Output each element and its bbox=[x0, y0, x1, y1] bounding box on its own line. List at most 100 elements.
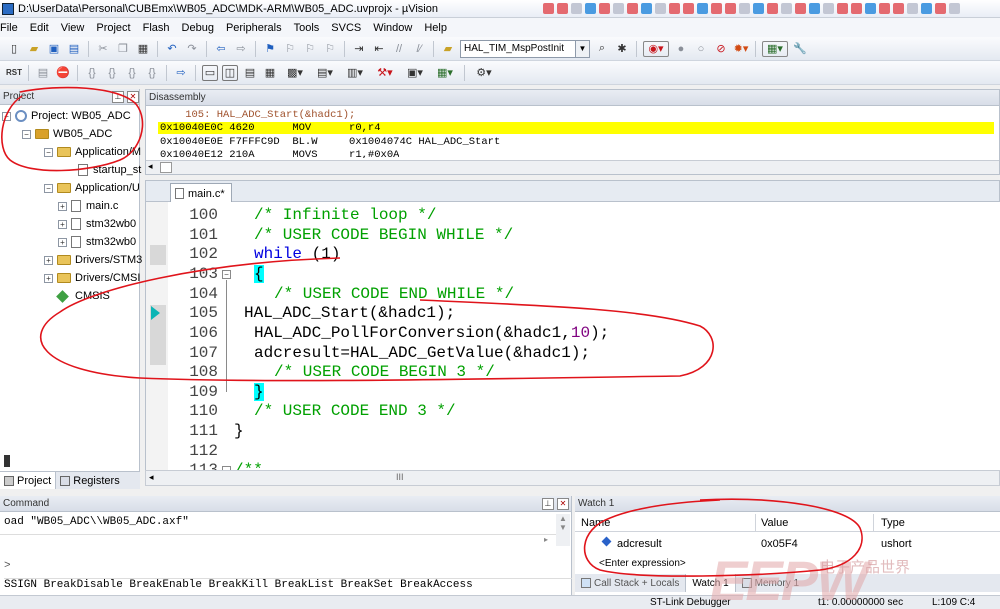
tree-item-group-application-user[interactable]: − Application/U bbox=[44, 179, 140, 197]
collapse-icon[interactable]: − bbox=[44, 147, 53, 157]
expand-icon[interactable]: + bbox=[58, 237, 67, 247]
bookmark-next-icon[interactable]: ⚐ bbox=[302, 41, 318, 57]
incremental-find-icon[interactable]: ✱ bbox=[614, 41, 630, 57]
open-folder-icon[interactable]: ▰ bbox=[26, 41, 42, 57]
disasm-current-line[interactable]: 0x10040E0C 4620 MOV r0,r4 bbox=[158, 122, 994, 134]
tab-main-c[interactable]: main.c* bbox=[170, 183, 232, 203]
call-stack-window-icon[interactable]: ▩▾ bbox=[282, 65, 308, 81]
window-layout-icon[interactable]: ▦▾ bbox=[762, 40, 788, 57]
collapse-icon[interactable]: − bbox=[22, 129, 31, 139]
paste-icon[interactable]: ▦ bbox=[135, 41, 151, 57]
editor-hscroll[interactable]: ◂ III bbox=[145, 470, 1000, 486]
enter-expression-row[interactable]: <Enter expression> bbox=[599, 554, 686, 572]
configure-icon[interactable]: 🔧 bbox=[792, 41, 808, 57]
code-editor[interactable]: 100 101 102 103 104 105 106 107 108 109 … bbox=[145, 202, 1000, 470]
disasm-hscroll[interactable]: ◂ bbox=[146, 160, 999, 174]
find-icon[interactable]: ⌕ bbox=[594, 41, 610, 57]
command-window-icon[interactable]: ▭ bbox=[202, 64, 218, 81]
expand-icon[interactable]: + bbox=[44, 255, 53, 265]
outdent-icon[interactable]: ⇤ bbox=[371, 41, 387, 57]
copy-icon[interactable]: ❐ bbox=[115, 41, 131, 57]
tree-item-group-drivers-stm32[interactable]: + Drivers/STM3 bbox=[44, 251, 142, 269]
pin-icon[interactable]: ⊥ bbox=[542, 497, 554, 510]
code-line-111[interactable]: } bbox=[234, 422, 244, 440]
save-icon[interactable]: ▣ bbox=[46, 41, 62, 57]
nav-forward-icon[interactable]: ⇨ bbox=[233, 41, 249, 57]
tree-item-file-startup[interactable]: startup_st bbox=[78, 161, 141, 179]
serial-window-icon[interactable]: ⚒▾ bbox=[372, 65, 398, 81]
enter-expression-input[interactable]: <Enter expression> bbox=[599, 558, 686, 569]
disasm-source-line[interactable]: 105: HAL_ADC_Start(&hadc1); bbox=[160, 109, 355, 121]
code-line-100[interactable]: /* Infinite loop */ bbox=[254, 206, 436, 224]
code-line-106[interactable]: HAL_ADC_PollForConversion(&hadc1,10); bbox=[254, 324, 609, 342]
nav-back-icon[interactable]: ⇦ bbox=[213, 41, 229, 57]
menu-flash[interactable]: Flash bbox=[143, 22, 170, 34]
debug-session-icon[interactable]: ◉▾ bbox=[643, 40, 669, 57]
scroll-left-icon[interactable]: ◂ bbox=[148, 161, 153, 172]
menu-help[interactable]: Help bbox=[424, 22, 447, 34]
uncomment-icon[interactable]: /⁄ bbox=[411, 41, 427, 57]
insert-breakpoint-icon[interactable]: ● bbox=[673, 41, 689, 57]
tree-item-file-stm32wb0-b[interactable]: + stm32wb0 bbox=[58, 233, 136, 251]
scroll-left-icon[interactable]: ◂ bbox=[149, 472, 154, 483]
redo-icon[interactable]: ↷ bbox=[184, 41, 200, 57]
close-icon[interactable]: ✕ bbox=[127, 90, 139, 103]
tree-item-file-stm32wb0-a[interactable]: + stm32wb0 bbox=[58, 215, 136, 233]
code-line-105[interactable]: HAL_ADC_Start(&hadc1); bbox=[244, 304, 455, 322]
expand-icon[interactable]: + bbox=[44, 273, 53, 283]
find-in-files-icon[interactable]: ▰ bbox=[440, 41, 456, 57]
column-value[interactable]: Value bbox=[761, 517, 788, 529]
code-line-108[interactable]: /* USER CODE BEGIN 3 */ bbox=[274, 363, 495, 381]
code-line-101[interactable]: /* USER CODE BEGIN WHILE */ bbox=[254, 226, 513, 244]
indent-icon[interactable]: ⇥ bbox=[351, 41, 367, 57]
bookmark-prev-icon[interactable]: ⚐ bbox=[282, 41, 298, 57]
cut-icon[interactable]: ✂ bbox=[95, 41, 111, 57]
command-vscroll[interactable]: ▲ ▼ bbox=[556, 514, 570, 546]
menu-file[interactable]: File bbox=[0, 22, 18, 34]
undo-icon[interactable]: ↶ bbox=[164, 41, 180, 57]
save-all-icon[interactable]: ▤ bbox=[66, 41, 82, 57]
menu-tools[interactable]: Tools bbox=[294, 22, 320, 34]
trace-window-icon[interactable]: ▦▾ bbox=[432, 65, 458, 81]
tab-project[interactable]: Project bbox=[0, 472, 57, 489]
symbols-window-icon[interactable]: ▤ bbox=[242, 65, 258, 81]
tree-item-group-drivers-cmsis[interactable]: + Drivers/CMSI bbox=[44, 269, 140, 287]
pin-icon[interactable]: ⊥ bbox=[112, 90, 124, 103]
code-line-103[interactable]: { bbox=[254, 265, 264, 283]
disasm-line[interactable]: 0x10040E12 210A MOVS r1,#0x0A bbox=[160, 149, 399, 158]
tree-item-file-main[interactable]: + main.c bbox=[58, 197, 118, 215]
expand-icon[interactable]: + bbox=[58, 201, 67, 211]
tree-item-target[interactable]: − WB05_ADC bbox=[22, 125, 112, 143]
step-into-icon[interactable]: {} bbox=[84, 65, 100, 81]
run-to-cursor-icon[interactable]: {} bbox=[144, 65, 160, 81]
new-file-icon[interactable]: ▯ bbox=[6, 41, 22, 57]
scroll-grip[interactable]: III bbox=[396, 472, 404, 482]
collapse-icon[interactable]: − bbox=[44, 183, 53, 193]
menu-debug[interactable]: Debug bbox=[182, 22, 214, 34]
analysis-window-icon[interactable]: ▣▾ bbox=[402, 65, 428, 81]
memory-window-icon[interactable]: ▥▾ bbox=[342, 65, 368, 81]
menu-view[interactable]: View bbox=[61, 22, 85, 34]
close-icon[interactable]: ✕ bbox=[557, 497, 569, 510]
disassembly-window-icon[interactable]: ◫ bbox=[222, 64, 238, 81]
disable-breakpoints-icon[interactable]: ⊘ bbox=[713, 41, 729, 57]
command-hscroll[interactable]: ▸ bbox=[0, 534, 556, 548]
toolbox-icon[interactable]: ⚙▾ bbox=[471, 65, 497, 81]
step-over-icon[interactable]: {} bbox=[104, 65, 120, 81]
comment-icon[interactable]: // bbox=[391, 41, 407, 57]
code-line-104[interactable]: /* USER CODE END WHILE */ bbox=[274, 285, 514, 303]
expand-icon[interactable]: + bbox=[58, 219, 67, 229]
code-line-107[interactable]: adcresult=HAL_ADC_GetValue(&hadc1); bbox=[254, 344, 590, 362]
enable-breakpoint-icon[interactable]: ○ bbox=[693, 41, 709, 57]
tree-item-cmsis[interactable]: CMSIS bbox=[56, 287, 110, 305]
tree-item-group-application-mdk[interactable]: − Application/M bbox=[44, 143, 141, 161]
tab-call-stack-locals[interactable]: Call Stack + Locals bbox=[575, 574, 685, 592]
tree-item-project-root[interactable]: − Project: WB05_ADC bbox=[2, 107, 131, 125]
menu-edit[interactable]: Edit bbox=[30, 22, 49, 34]
run-icon[interactable]: ▤ bbox=[35, 65, 51, 81]
collapse-icon[interactable]: − bbox=[2, 111, 11, 121]
bookmark-icon[interactable]: ⚑ bbox=[262, 41, 278, 57]
code-line-110[interactable]: /* USER CODE END 3 */ bbox=[254, 402, 456, 420]
menu-project[interactable]: Project bbox=[96, 22, 130, 34]
reset-icon[interactable]: RST bbox=[6, 65, 22, 81]
